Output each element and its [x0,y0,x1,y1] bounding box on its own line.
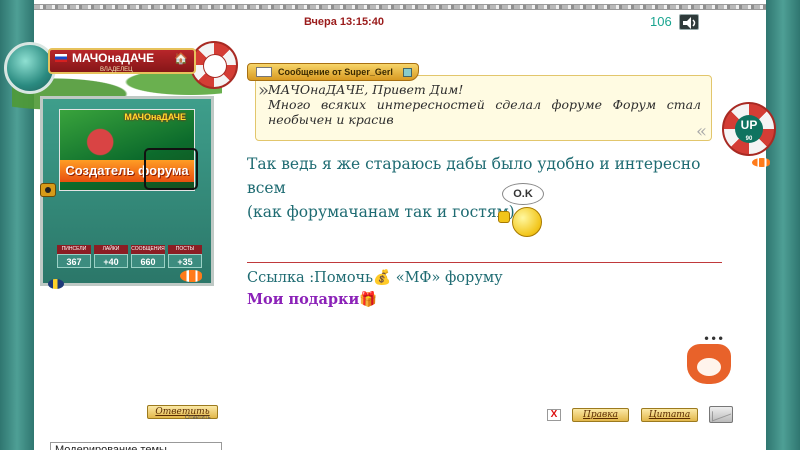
stat-value: 660 [131,254,165,268]
moderation-select[interactable]: Модерирование темы [50,442,222,450]
link-suffix[interactable]: «МФ» форуму [391,270,503,286]
post-body: Так ведь я же стараюсь дабы было удобно … [247,152,727,221]
stat-posts: ПОСТЫ +35 [168,245,202,268]
stat-label: ЛАЙКИ [94,245,128,254]
up-label: UP [740,118,758,132]
edit-button[interactable]: Правка [572,408,629,422]
clownfish-icon [752,158,770,167]
stat-value: 367 [57,254,91,268]
smiley-face-icon [512,207,542,237]
quote-open-icon: » [258,80,270,101]
reply-sub-label: Ответить [185,415,211,421]
link-prefix[interactable]: Ссылка :Помочь [247,270,373,286]
my-gifts-link[interactable]: Мои подарки🎁 [247,291,377,308]
thumbs-up-icon [498,211,510,223]
quote-line: необычен и красив [268,112,394,127]
quote-box: » МАЧОнаДАЧЕ, Привет Дим! Много всяких и… [255,75,712,142]
post-counter: 106 [650,14,672,29]
tropical-fish-icon [48,279,64,289]
user-stats: ПИНСЕЛИ 367 ЛАЙКИ +40 СООБЩЕНИЯ 660 ПОСТ… [57,245,202,268]
camera-icon[interactable] [40,183,56,197]
stat-label: ПИНСЕЛИ [57,245,91,254]
quote-header: Сообщение от Super_Gerl [247,63,419,81]
avatar-frame: МАЧОнаДАЧЕ Создатель форума ПИНСЕЛИ 367 … [40,96,214,286]
quote-close-icon: « [695,121,707,142]
up-button[interactable]: UP 90 [722,102,776,156]
mail-icon[interactable] [709,406,733,423]
house-icon: 🏠 [174,53,188,65]
stat-likes: ЛАЙКИ +40 [94,245,128,268]
stat-value: +35 [168,254,202,268]
signature-link[interactable]: Ссылка :Помочь💰 «МФ» форуму [247,269,503,286]
signature-divider [247,262,722,263]
message-line: Так ведь я же стараюсь дабы было удобно … [247,155,701,197]
fox-face [697,358,721,376]
up-count: 90 [745,136,753,142]
clownfish-icon [180,270,202,282]
quote-line: МАЧОнаДАЧЕ, Привет Дим! [268,82,464,97]
avatar[interactable]: МАЧОнаДАЧЕ Создатель форума [59,109,198,191]
speaker-icon[interactable] [679,14,699,30]
stat-value: +40 [94,254,128,268]
expand-quote-icon[interactable] [403,68,412,77]
quote-author: Сообщение от Super_Gerl [278,67,393,77]
focus-outline [144,148,198,190]
quote-button[interactable]: Цитата [641,408,698,422]
document-icon [256,67,272,77]
stat-label: ПОСТЫ [168,245,202,254]
stat-label: СООБЩЕНИЯ [131,245,165,254]
stat-messages: СООБЩЕНИЯ 660 [131,245,165,268]
gift-icon: 🎁 [359,291,378,308]
post-timestamp: Вчера 13:15:40 [304,16,384,28]
fox-avatar-icon: ••• [683,332,733,388]
ok-bubble: O.K [502,183,544,205]
username[interactable]: МАЧОнаДАЧЕ [72,51,154,65]
lifebuoy-icon [190,41,238,89]
user-role: ВЛАДЕЛЕЦ [100,67,133,73]
money-bag-icon: 💰 [373,270,392,286]
ok-smiley-icon: O.K [498,183,546,241]
right-decorative-border [766,0,800,450]
chain-divider [34,4,766,10]
gifts-label[interactable]: Мои подарки [247,291,359,308]
stat-pinseli: ПИНСЕЛИ 367 [57,245,91,268]
russian-flag-icon [55,54,67,62]
delete-button[interactable]: X [547,409,561,421]
quote-line: Много всяких интересностей сделал форуме… [268,97,701,112]
up-icon: UP 90 [735,115,763,143]
avatar-title: МАЧОнаДАЧЕ [124,112,186,122]
message-line: (как форумачанам так и гостям) [247,203,515,221]
